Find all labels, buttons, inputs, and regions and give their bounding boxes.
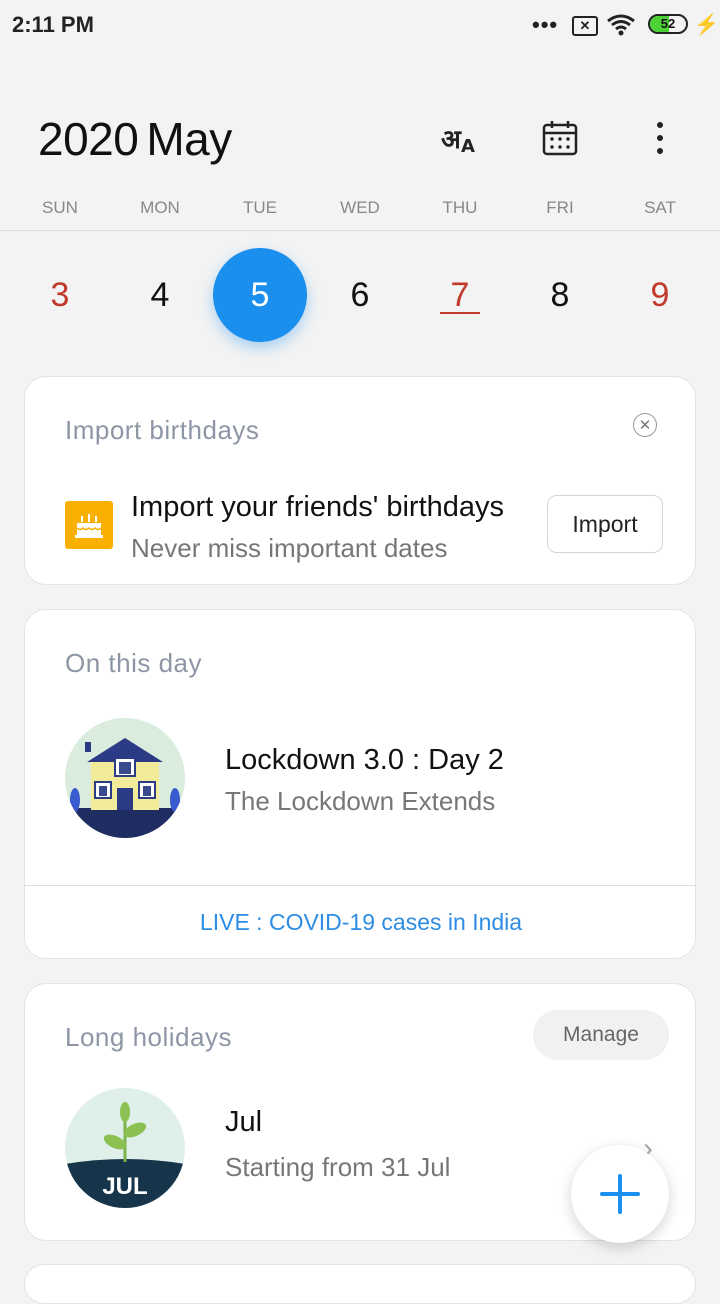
wifi-icon (607, 14, 635, 36)
status-bar: 2:11 PM ••• ✕ 52 ⚡ (0, 0, 720, 52)
charging-icon: ⚡ (694, 14, 719, 36)
battery-icon: 52 (648, 14, 688, 34)
divider (0, 230, 720, 231)
import-sub-text: Never miss important dates (131, 533, 448, 563)
language-icon[interactable]: अ A (439, 116, 483, 160)
card-title: Long holidays (65, 1022, 232, 1052)
import-main-text: Import your friends' birthdays (131, 491, 505, 523)
weekday-label: SUN (42, 198, 78, 217)
svg-text:A: A (461, 136, 475, 156)
next-card (24, 1264, 696, 1304)
page-title: 2020 May (38, 112, 232, 166)
day-number: 5 (250, 275, 270, 314)
day-cell[interactable]: 3 (10, 248, 110, 342)
svg-text:अ: अ (441, 125, 462, 155)
weekday-label: FRI (546, 198, 574, 217)
calendar-icon[interactable] (538, 116, 582, 160)
day-number: 9 (650, 275, 670, 314)
import-button[interactable]: Import (547, 495, 663, 553)
weekday-label: MON (140, 198, 180, 217)
weekday-header: SUN MON TUE WED THU FRI SAT (10, 198, 710, 218)
birthday-cake-icon (65, 501, 113, 549)
day-number: 8 (550, 275, 570, 314)
day-number: 4 (150, 275, 170, 314)
import-birthdays-card: Import birthdays ✕ Import your friends' … (24, 376, 696, 585)
no-sim-icon: ✕ (572, 16, 598, 36)
live-covid-link[interactable]: LIVE : COVID-19 cases in India (25, 885, 695, 958)
week-row: 3 4 5 6 7 8 9 (10, 248, 710, 342)
day-cell[interactable]: 6 (310, 248, 410, 342)
card-title: Import birthdays (65, 415, 260, 445)
year-label: 2020 (38, 113, 139, 165)
plus-icon (600, 1174, 640, 1214)
holiday-subtitle: Starting from 31 Jul (225, 1152, 451, 1182)
weekday-label: TUE (243, 198, 277, 217)
close-icon[interactable]: ✕ (633, 413, 657, 437)
manage-button[interactable]: Manage (533, 1010, 669, 1060)
day-cell-selected[interactable]: 5 (210, 248, 310, 342)
holiday-illustration: JUL (65, 1088, 185, 1208)
day-number: 3 (50, 275, 70, 314)
card-title: On this day (65, 648, 203, 678)
more-icon[interactable] (638, 116, 682, 160)
weekday-label: SAT (644, 198, 676, 217)
day-number: 6 (350, 275, 370, 314)
notification-dots-icon: ••• (532, 12, 559, 37)
status-time: 2:11 PM (12, 12, 94, 37)
day-number: 7 (450, 275, 470, 314)
event-subtitle: The Lockdown Extends (225, 786, 496, 816)
lockdown-illustration (65, 718, 185, 838)
day-cell[interactable]: 7 (410, 248, 510, 342)
weekday-label: THU (442, 198, 478, 217)
event-title: Lockdown 3.0 : Day 2 (225, 744, 504, 776)
battery-level: 52 (660, 16, 676, 31)
holiday-badge-text: JUL (102, 1173, 147, 1200)
add-event-button[interactable] (571, 1145, 669, 1243)
selected-day-circle: 5 (213, 248, 307, 342)
day-cell[interactable]: 4 (110, 248, 210, 342)
on-this-day-card: On this day Lockdown 3.0 : Day 2 The Loc… (24, 609, 696, 959)
day-cell[interactable]: 8 (510, 248, 610, 342)
weekday-label: WED (340, 198, 380, 217)
day-cell[interactable]: 9 (610, 248, 710, 342)
holiday-title: Jul (225, 1106, 263, 1138)
month-label: May (146, 113, 232, 165)
